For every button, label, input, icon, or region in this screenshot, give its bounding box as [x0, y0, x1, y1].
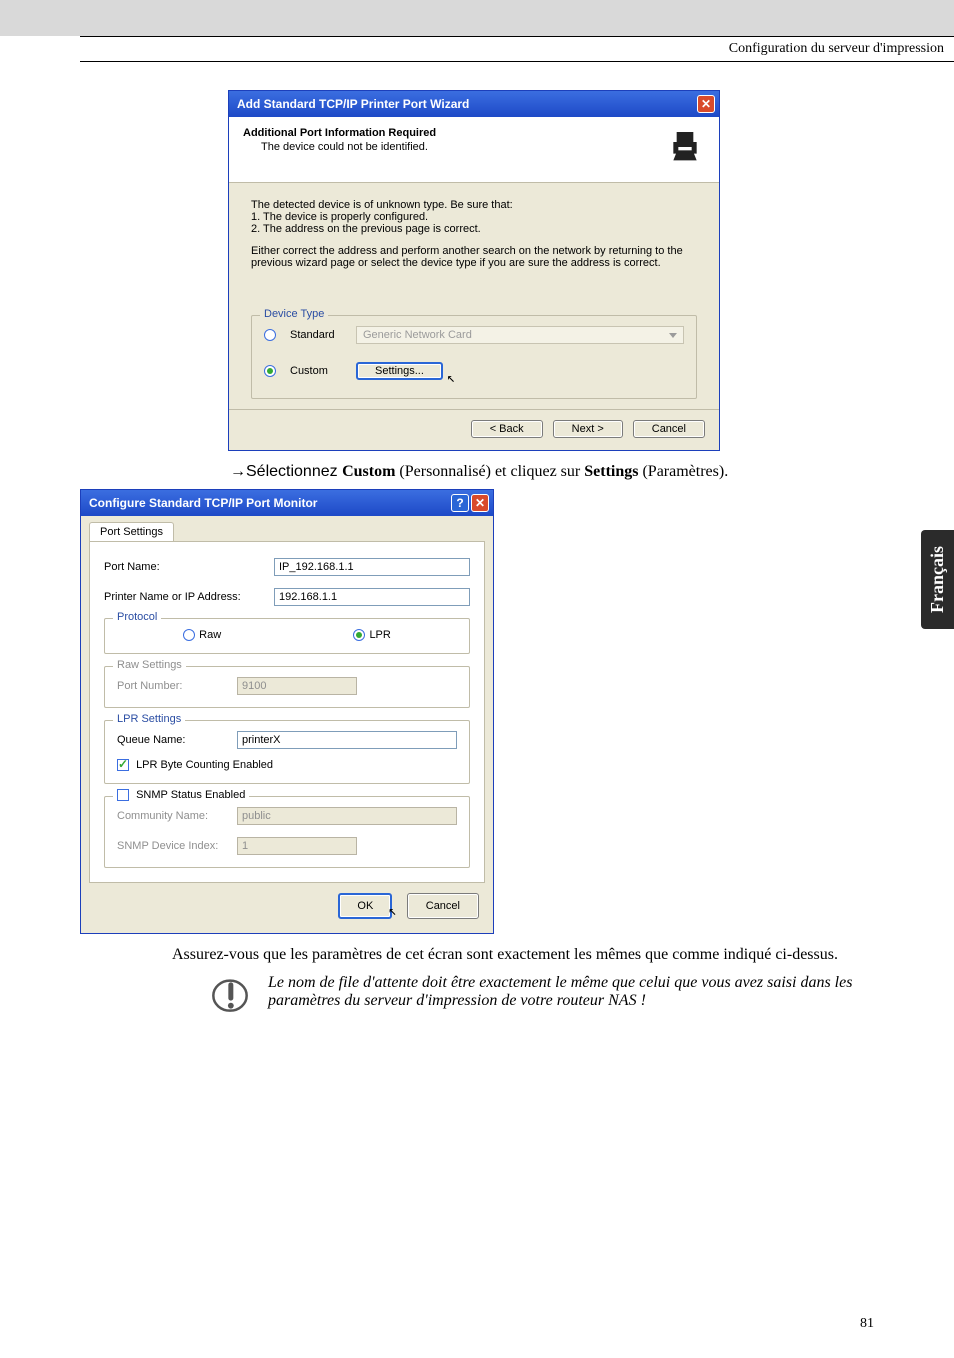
devicetype-value: Generic Network Card [363, 329, 472, 341]
printer-icon [665, 127, 705, 170]
raw-legend: Raw Settings [113, 659, 186, 671]
chevron-down-icon [669, 333, 677, 338]
printerip-label: Printer Name or IP Address: [104, 591, 274, 603]
wizard-bullet-1: 1. The device is properly configured. [251, 211, 697, 223]
radio-lpr[interactable] [353, 629, 365, 641]
port-monitor-title: Configure Standard TCP/IP Port Monitor [89, 496, 317, 510]
arrow-icon: →Sélectionnez [230, 463, 342, 480]
wizard-heading: Additional Port Information Required [243, 127, 436, 139]
radio-raw[interactable] [183, 629, 195, 641]
community-input [237, 807, 457, 825]
protocol-legend: Protocol [113, 611, 161, 623]
cursor-icon: ↖ [388, 903, 396, 919]
attention-icon [210, 974, 250, 1019]
instruction-line-1: →Sélectionnez Custom (Personnalisé) et c… [230, 463, 874, 481]
wizard-titlebar[interactable]: Add Standard TCP/IP Printer Port Wizard … [229, 91, 719, 117]
radio-custom-label: Custom [290, 365, 346, 377]
settings-button[interactable]: Settings... [356, 362, 443, 380]
radio-raw-label: Raw [199, 629, 221, 641]
ok-button[interactable]: OK [338, 893, 392, 919]
wizard-body-intro: The detected device is of unknown type. … [251, 199, 697, 211]
portname-label: Port Name: [104, 561, 274, 573]
page-header: Configuration du serveur d'impression [80, 36, 954, 62]
note-text: Le nom de file d'attente doit être exact… [268, 974, 874, 1010]
printerip-input[interactable] [274, 588, 470, 606]
snmpidx-label: SNMP Device Index: [117, 840, 237, 852]
language-side-tab: Français [921, 530, 954, 629]
lpr-bytecount-label: LPR Byte Counting Enabled [136, 759, 273, 771]
tab-port-settings[interactable]: Port Settings [89, 522, 174, 541]
snmp-legend: SNMP Status Enabled [113, 789, 249, 801]
raw-portnum-label: Port Number: [117, 680, 237, 692]
lpr-bytecount-checkbox[interactable] [117, 759, 129, 771]
radio-standard-label: Standard [290, 329, 346, 341]
port-monitor-titlebar[interactable]: Configure Standard TCP/IP Port Monitor ?… [81, 490, 493, 516]
close-icon[interactable]: ✕ [697, 95, 715, 113]
community-label: Community Name: [117, 810, 237, 822]
back-button[interactable]: < Back [471, 420, 543, 438]
snmp-checkbox[interactable] [117, 789, 129, 801]
queue-input[interactable] [237, 731, 457, 749]
wizard-title: Add Standard TCP/IP Printer Port Wizard [237, 97, 469, 111]
devicetype-legend: Device Type [260, 308, 328, 320]
next-button[interactable]: Next > [553, 420, 623, 438]
radio-lpr-label: LPR [369, 629, 390, 641]
radio-custom[interactable] [264, 365, 276, 377]
close-icon[interactable]: ✕ [471, 494, 489, 512]
raw-portnum-input [237, 677, 357, 695]
page-number: 81 [860, 1316, 874, 1332]
wizard-body-tail: Either correct the address and perform a… [251, 245, 697, 269]
cursor-icon: ↖ [447, 370, 455, 386]
lpr-legend: LPR Settings [113, 713, 185, 725]
help-icon[interactable]: ? [451, 494, 469, 512]
queue-label: Queue Name: [117, 734, 237, 746]
snmpidx-input [237, 837, 357, 855]
portname-input[interactable] [274, 558, 470, 576]
wizard-subheading: The device could not be identified. [243, 141, 436, 153]
devicetype-dropdown: Generic Network Card [356, 326, 684, 344]
body-paragraph: Assurez-vous que les paramètres de cet é… [80, 946, 874, 964]
header-title: Configuration du serveur d'impression [729, 41, 944, 56]
wizard-dialog: Add Standard TCP/IP Printer Port Wizard … [228, 90, 720, 451]
radio-standard[interactable] [264, 329, 276, 341]
cancel-button[interactable]: Cancel [633, 420, 705, 438]
wizard-bullet-2: 2. The address on the previous page is c… [251, 223, 697, 235]
cancel-button[interactable]: Cancel [407, 893, 479, 919]
top-gray-bar [0, 0, 954, 36]
port-monitor-dialog: Configure Standard TCP/IP Port Monitor ?… [80, 489, 494, 934]
